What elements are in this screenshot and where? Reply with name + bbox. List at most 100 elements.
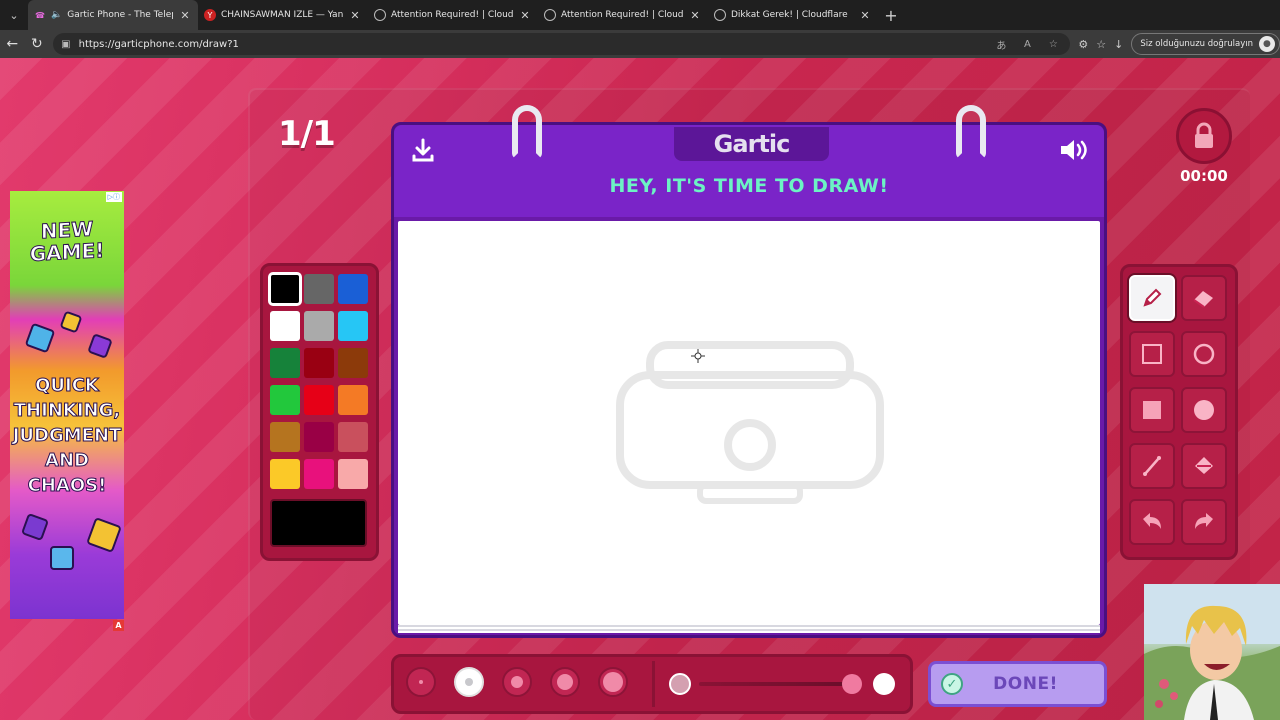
timer-text: 00:00 — [1180, 167, 1228, 185]
divider — [652, 661, 655, 707]
drawing-canvas[interactable] — [398, 221, 1100, 625]
tab-list-button[interactable]: ⌄ — [0, 0, 28, 30]
globe-icon — [544, 9, 556, 21]
color-swatch[interactable] — [338, 311, 368, 341]
opacity-max-icon — [873, 673, 895, 695]
circle-outline-icon[interactable] — [1181, 331, 1227, 377]
tab-cloudflare-2[interactable]: Attention Required! | Cloudflare ✕ — [538, 0, 708, 30]
color-swatch-grid — [268, 272, 369, 489]
back-button[interactable]: ← — [0, 30, 25, 58]
close-tab-icon[interactable]: ✕ — [348, 9, 362, 22]
color-swatch[interactable] — [304, 385, 334, 415]
tab-gartic[interactable]: ☎ 🔈 Gartic Phone - The Telephone ✕ — [28, 0, 198, 30]
color-swatch[interactable] — [304, 311, 334, 341]
color-swatch[interactable] — [338, 348, 368, 378]
color-swatch[interactable] — [338, 459, 368, 489]
gem-icon — [59, 310, 83, 334]
new-tab-button[interactable]: + — [878, 6, 904, 25]
color-swatch[interactable] — [304, 459, 334, 489]
gem-icon — [86, 517, 122, 553]
close-tab-icon[interactable]: ✕ — [518, 9, 532, 22]
color-swatch[interactable] — [270, 422, 300, 452]
opacity-min-icon — [669, 673, 691, 695]
address-bar[interactable]: ▣ https://garticphone.com/draw?1 あ A ☆ — [53, 33, 1071, 55]
brush-size-button[interactable] — [502, 667, 532, 697]
undo-icon[interactable] — [1129, 499, 1175, 545]
read-aloud-icon[interactable]: A — [1018, 39, 1036, 50]
ad-banner[interactable]: ▷ⓘ NEW GAME! QUICK THINKING, JUDGMENT AN… — [10, 191, 124, 619]
brush-dot-icon — [465, 678, 473, 686]
opacity-slider[interactable] — [669, 673, 899, 695]
close-tab-icon[interactable]: ✕ — [688, 9, 702, 22]
extensions-icon[interactable]: ⚙ — [1078, 38, 1088, 51]
color-swatch[interactable] — [270, 385, 300, 415]
brush-size-button[interactable] — [598, 667, 628, 697]
tab-chainsawman[interactable]: Y CHAİNSAWMAN İZLE — Yandex ✕ — [198, 0, 368, 30]
color-swatch[interactable] — [270, 348, 300, 378]
gartic-phone-watermark — [616, 341, 884, 504]
opacity-slider-knob[interactable] — [842, 674, 862, 694]
globe-icon — [714, 9, 726, 21]
crosshair-cursor-icon — [691, 349, 705, 363]
profile-verify-button[interactable]: Siz olduğunuzu doğrulayın ● — [1131, 33, 1280, 55]
volume-icon[interactable] — [1058, 137, 1090, 163]
ad-choices-icon[interactable]: ▷ⓘ — [105, 192, 122, 202]
binder-ring — [956, 105, 986, 159]
ad-tagline: QUICK THINKING, JUDGMENT AND CHAOS! — [12, 375, 122, 497]
globe-icon — [374, 9, 386, 21]
round-counter: 1/1 — [278, 114, 336, 154]
download-icon[interactable] — [410, 137, 436, 163]
tab-title: Dikkat Gerek! | Cloudflare — [731, 10, 848, 20]
ad-label-icon[interactable]: A — [113, 620, 124, 631]
brush-size-button[interactable] — [406, 667, 436, 697]
ad-headline: NEW GAME! — [29, 216, 105, 266]
color-swatch[interactable] — [304, 348, 334, 378]
eraser-icon[interactable] — [1181, 275, 1227, 321]
rect-fill-icon[interactable] — [1129, 387, 1175, 433]
brush-size-button[interactable] — [454, 667, 484, 697]
draw-headline: HEY, IT'S TIME TO DRAW! — [609, 175, 889, 197]
tab-cloudflare-1[interactable]: Attention Required! | Cloudflare ✕ — [368, 0, 538, 30]
tab-title: Gartic Phone - The Telephone — [67, 10, 173, 20]
site-info-icon[interactable]: ▣ — [61, 39, 70, 50]
circle-fill-icon[interactable] — [1181, 387, 1227, 433]
profile-avatar: ● — [1258, 36, 1275, 52]
downloads-icon[interactable]: ↓ — [1114, 38, 1123, 51]
color-swatch[interactable] — [338, 274, 368, 304]
address-toolbar: ← ↻ ▣ https://garticphone.com/draw?1 あ A… — [0, 30, 1280, 58]
done-button[interactable]: ✓ DONE! — [928, 661, 1107, 707]
favorite-star-icon[interactable]: ☆ — [1044, 39, 1062, 50]
color-swatch[interactable] — [338, 385, 368, 415]
color-swatch[interactable] — [270, 459, 300, 489]
current-color-preview — [270, 499, 367, 547]
tab-cloudflare-3[interactable]: Dikkat Gerek! | Cloudflare ✕ — [708, 0, 878, 30]
brush-dot-icon — [419, 680, 423, 684]
gem-icon — [87, 333, 113, 359]
color-swatch[interactable] — [270, 311, 300, 341]
reload-button[interactable]: ↻ — [25, 30, 50, 58]
close-tab-icon[interactable]: ✕ — [858, 9, 872, 22]
binder-ring — [512, 105, 542, 159]
tab-title: CHAİNSAWMAN İZLE — Yandex — [221, 10, 343, 20]
color-swatch[interactable] — [268, 272, 302, 306]
brush-size-button[interactable] — [550, 667, 580, 697]
color-swatch[interactable] — [304, 274, 334, 304]
line-icon[interactable] — [1129, 443, 1175, 489]
gartic-logo: Gartic — [674, 127, 829, 161]
sketchbook-header: Gartic HEY, IT'S TIME TO DRAW! — [394, 125, 1104, 217]
close-tab-icon[interactable]: ✕ — [178, 9, 192, 22]
translate-icon[interactable]: あ — [992, 37, 1010, 52]
redo-icon[interactable] — [1181, 499, 1227, 545]
audio-playing-icon[interactable]: 🔈 — [51, 10, 62, 20]
brush-dot-icon — [557, 674, 573, 690]
verify-label: Siz olduğunuzu doğrulayın — [1140, 39, 1253, 49]
done-label: DONE! — [993, 674, 1058, 694]
color-swatch[interactable] — [338, 422, 368, 452]
fill-bucket-icon[interactable] — [1181, 443, 1227, 489]
tool-panel — [1120, 264, 1238, 560]
pen-icon[interactable] — [1129, 275, 1175, 321]
favorites-icon[interactable]: ☆ — [1096, 38, 1106, 51]
opacity-track[interactable] — [699, 682, 849, 686]
rect-outline-icon[interactable] — [1129, 331, 1175, 377]
color-swatch[interactable] — [304, 422, 334, 452]
